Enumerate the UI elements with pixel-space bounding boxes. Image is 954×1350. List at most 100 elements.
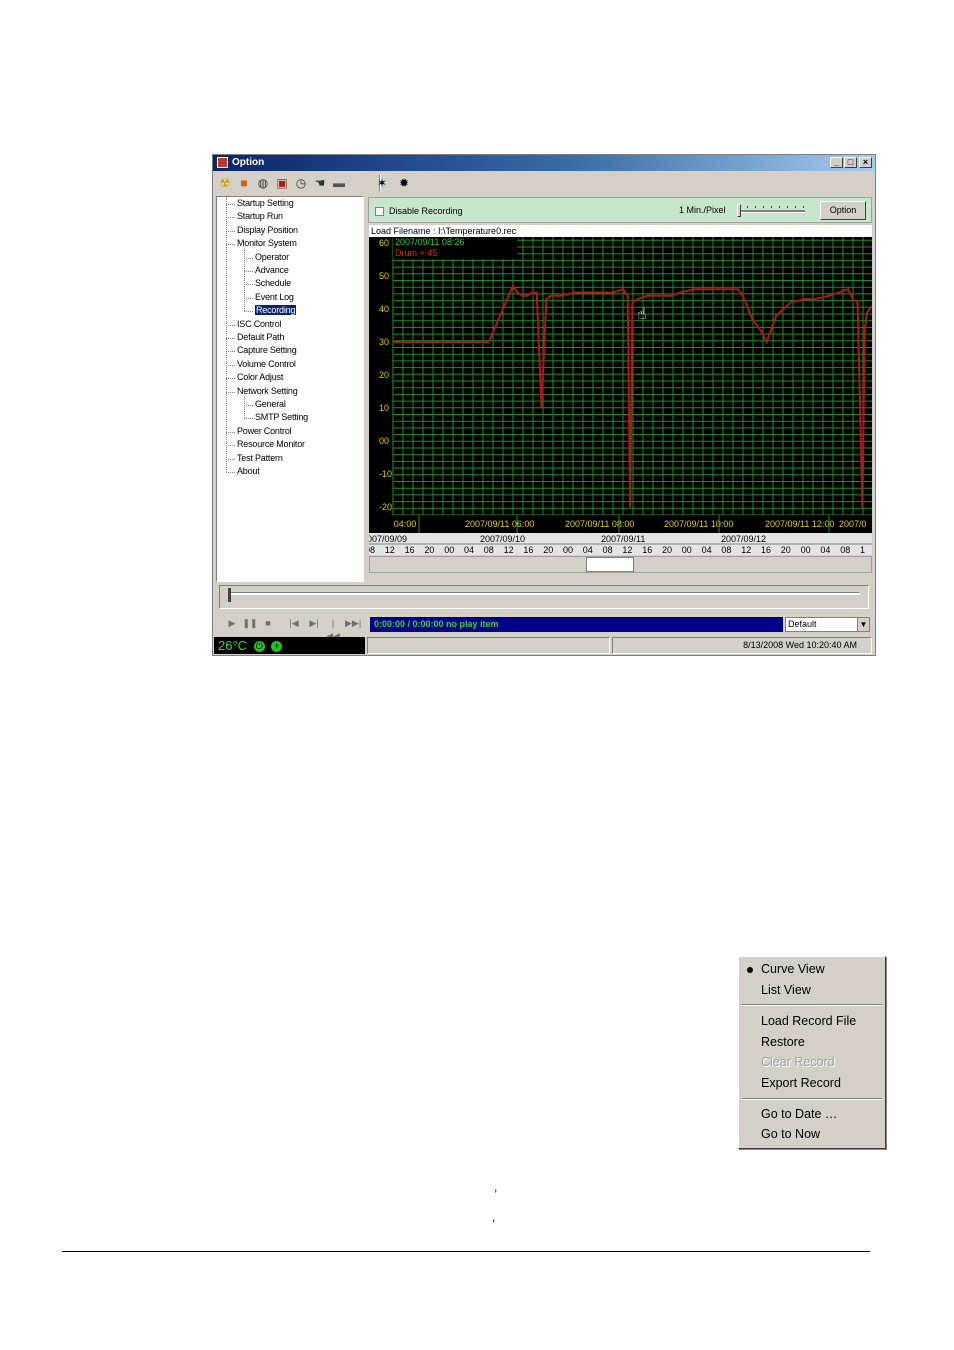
next-icon[interactable]: ▶| xyxy=(306,617,322,630)
hour-label: 12 xyxy=(385,545,395,555)
clock-icon[interactable]: ◷ xyxy=(294,176,308,190)
tree-connector xyxy=(226,472,235,473)
menu-item-go-to-date[interactable]: Go to Date … xyxy=(761,1104,837,1124)
tree-item-capture-setting[interactable]: Capture Setting xyxy=(237,345,297,356)
tree-item-monitor-system[interactable]: Monitor System xyxy=(237,238,297,249)
tree-item-label: Volume Control xyxy=(237,358,296,369)
tree-item-label: Default Path xyxy=(237,332,285,342)
fast-forward-icon[interactable]: ▶▶| xyxy=(345,617,361,630)
folder-icon[interactable]: ▬ xyxy=(332,176,346,190)
scale-slider-track[interactable] xyxy=(739,210,805,213)
y-tick-label: 60 xyxy=(379,238,389,248)
window-title: Option xyxy=(232,157,265,168)
tree-item-color-adjust[interactable]: Color Adjust xyxy=(237,372,283,383)
status-cell xyxy=(367,637,610,654)
x-tick-label: 2007/09/11 10:00 xyxy=(664,519,733,529)
add-icon[interactable]: + xyxy=(271,641,283,652)
time-axis[interactable]: 2007/09/09 2007/09/10 2007/09/11 2007/09/12… xyxy=(369,533,872,555)
globe-icon[interactable]: ◍ xyxy=(256,176,270,190)
slider-tick xyxy=(747,206,748,208)
tree-item-general[interactable]: General xyxy=(255,399,286,410)
menu-item-list-view[interactable]: List View xyxy=(761,980,811,1000)
temperature-chart[interactable]: 60 50 40 30 20 10 00 -10 -20 2007/09/11 08:26Drum… xyxy=(369,237,872,533)
palette-icon[interactable]: ■ xyxy=(237,176,251,190)
seek-track[interactable] xyxy=(228,592,860,595)
hour-label: 00 xyxy=(801,545,811,555)
hand-cursor-icon: ☝ xyxy=(637,304,647,323)
x-tick-label: 04:00 xyxy=(394,519,417,529)
chevron-down-icon[interactable]: ▼ xyxy=(857,618,869,631)
x-tick-label: 2007/09/11 08:00 xyxy=(565,519,634,529)
title-bar[interactable]: Option _ □ × xyxy=(213,155,875,171)
tree-item-schedule[interactable]: Schedule xyxy=(255,278,291,289)
stop-icon[interactable]: ■ xyxy=(260,617,276,630)
slider-tick xyxy=(803,206,804,208)
disable-recording-checkbox[interactable] xyxy=(375,207,384,216)
rewind-icon[interactable]: |◀◀ xyxy=(325,617,341,641)
menu-separator xyxy=(742,1098,882,1100)
menu-item-export-record[interactable]: Export Record xyxy=(761,1073,841,1093)
menu-item-load-record-file[interactable]: Load Record File xyxy=(761,1011,856,1031)
y-tick-label: 50 xyxy=(379,271,389,281)
radiation-icon[interactable]: ☢ xyxy=(218,176,232,190)
tree-item-label: ISC Control xyxy=(237,318,282,329)
tree-connector xyxy=(244,405,253,406)
close-button[interactable]: × xyxy=(859,157,872,168)
tree-item-about[interactable]: About xyxy=(237,466,260,477)
profile-select[interactable]: Default ▼ xyxy=(785,617,870,632)
profile-select-value: Default xyxy=(788,619,817,629)
tree-item-label: Resource Monitor xyxy=(237,439,305,450)
tree-item-event-log[interactable]: Event Log xyxy=(255,292,294,303)
sun-dim-icon[interactable]: ✶ xyxy=(375,176,389,190)
menu-item-curve-view[interactable]: Curve View xyxy=(761,959,825,979)
tree-item-label: Monitor System xyxy=(237,238,297,249)
tree-item-resource-monitor[interactable]: Resource Monitor xyxy=(237,439,305,450)
tree-item-network-setting[interactable]: Network Setting xyxy=(237,386,298,397)
hour-label: 1 xyxy=(860,545,865,555)
tree-item-isc-control[interactable]: ISC Control xyxy=(237,318,282,330)
hand-icon[interactable]: ☚ xyxy=(313,176,327,190)
tree-item-test-pattern[interactable]: Test Pattern xyxy=(237,453,283,464)
y-tick-label: -20 xyxy=(379,502,392,512)
tree-item-startup-setting[interactable]: Startup Setting xyxy=(237,198,294,209)
power-icon[interactable]: ⏻ xyxy=(253,641,265,652)
seek-thumb[interactable] xyxy=(228,588,231,602)
hour-label: 20 xyxy=(543,545,553,555)
prev-icon[interactable]: |◀ xyxy=(286,617,302,630)
tree-item-display-position[interactable]: Display Position xyxy=(237,225,298,236)
chart-scrollbar-thumb[interactable] xyxy=(586,557,634,572)
tree-item-default-path[interactable]: Default Path xyxy=(237,332,284,343)
x-tick-label: 2007/09/11 06:00 xyxy=(465,519,534,529)
tree-connector xyxy=(226,230,235,232)
maximize-button[interactable]: □ xyxy=(844,157,857,168)
play-icon[interactable]: ▶ xyxy=(224,617,240,630)
minimize-button[interactable]: _ xyxy=(830,157,843,168)
tree-connector xyxy=(244,284,253,286)
menu-item-restore[interactable]: Restore xyxy=(761,1032,805,1052)
printer-icon[interactable]: ▣ xyxy=(275,176,289,190)
tree-item-smtp-setting[interactable]: SMTP Setting xyxy=(255,412,308,423)
tree-connector xyxy=(226,351,235,353)
menu-item-go-to-now[interactable]: Go to Now xyxy=(761,1124,820,1144)
tree-item-recording[interactable]: Recording xyxy=(255,305,297,316)
tree-connector xyxy=(226,197,227,472)
tree-item-volume-control[interactable]: Volume Control xyxy=(237,359,296,370)
chart-scrollbar[interactable] xyxy=(369,556,872,573)
pause-icon[interactable]: ❚❚ xyxy=(242,617,258,630)
scale-slider-thumb[interactable] xyxy=(737,204,741,217)
tree-item-advance[interactable]: Advance xyxy=(255,265,289,276)
slider-tick xyxy=(779,206,780,208)
tree-item-operator[interactable]: Operator xyxy=(255,252,289,263)
option-button[interactable]: Option xyxy=(820,201,866,220)
hour-label: 04 xyxy=(464,545,474,555)
sun-bright-icon[interactable]: ✹ xyxy=(397,176,411,190)
hour-label: 16 xyxy=(523,545,533,555)
tree-connector xyxy=(226,217,235,219)
tree-item-startup-run[interactable]: Startup Run xyxy=(237,211,283,222)
tree-item-power-control[interactable]: Power Control xyxy=(237,426,292,437)
option-tree: Startup Setting Startup Run Display Positi… xyxy=(216,196,364,582)
seek-bar[interactable] xyxy=(219,585,869,609)
tree-item-label: Capture Setting xyxy=(237,345,297,356)
y-tick-label: 00 xyxy=(379,436,389,446)
tree-item-label: Event Log xyxy=(255,291,294,302)
